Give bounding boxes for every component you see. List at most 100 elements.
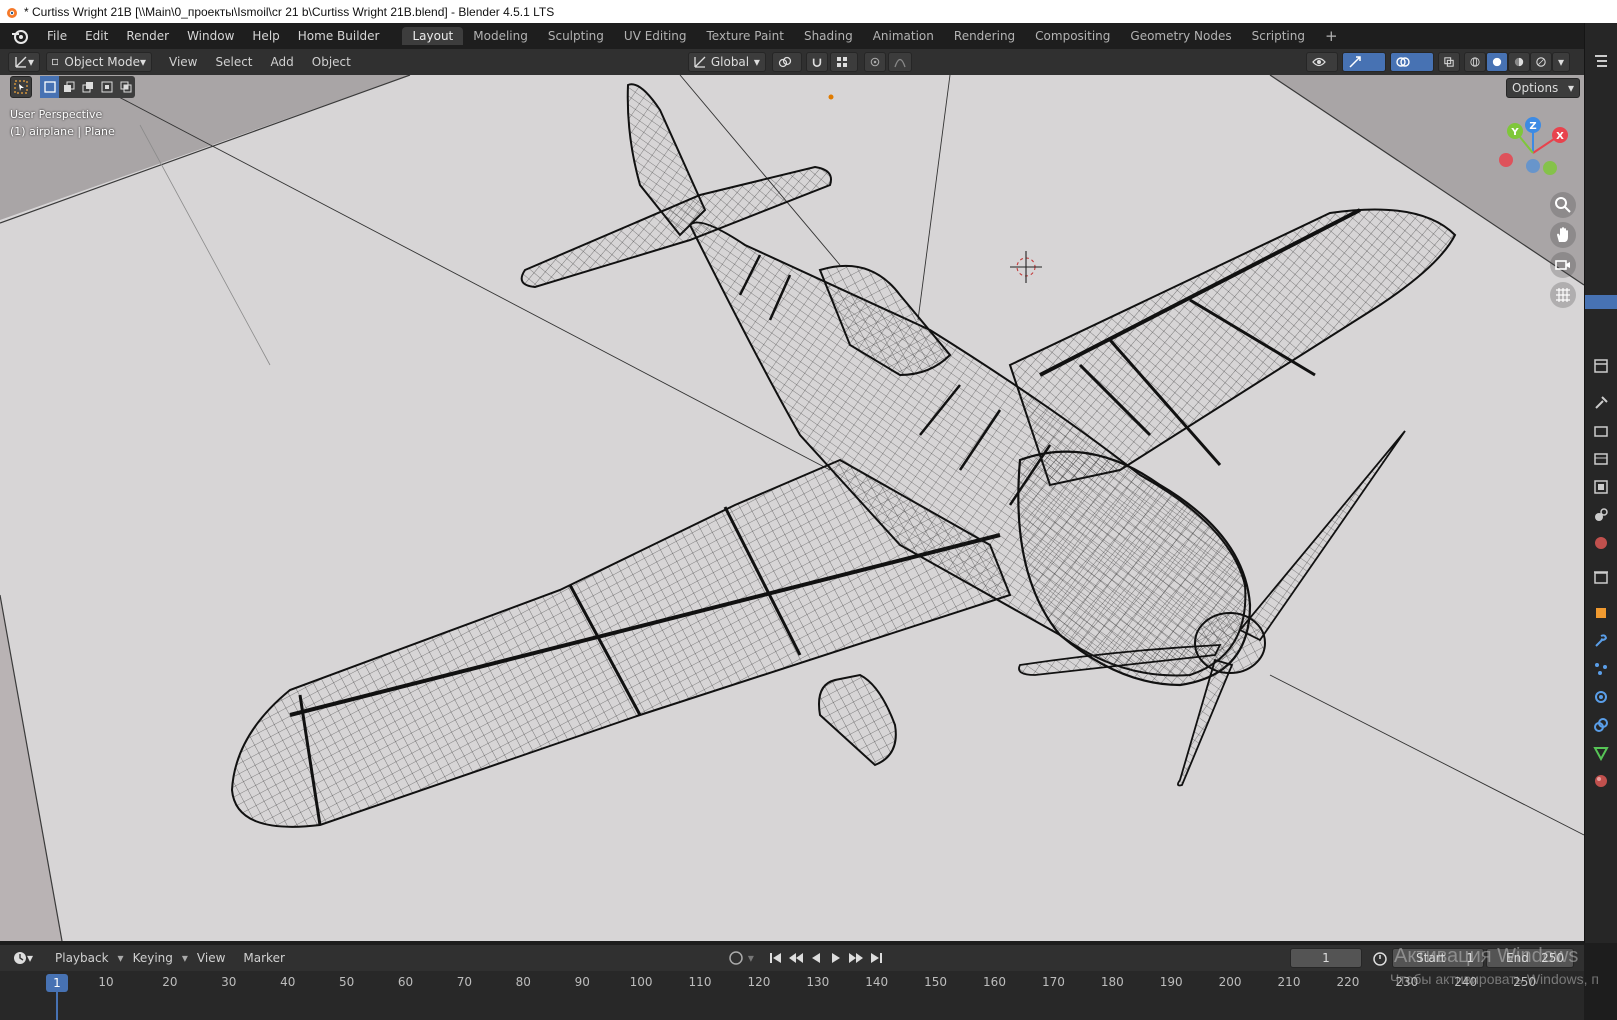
overlay-toggle[interactable] — [1390, 52, 1434, 72]
snap-toggle[interactable] — [805, 52, 828, 72]
airplane-mesh[interactable] — [230, 83, 1457, 828]
add-workspace-button[interactable]: + — [1315, 25, 1348, 47]
prev-keyframe-icon[interactable] — [788, 951, 804, 965]
options-dropdown[interactable]: Options ▾ — [1506, 78, 1580, 98]
tab-layout[interactable]: Layout — [402, 27, 464, 45]
menu-edit[interactable]: Edit — [76, 29, 117, 43]
tab-texture-paint[interactable]: Texture Paint — [697, 27, 794, 45]
gizmo-toggle[interactable] — [1342, 52, 1386, 72]
shading-rendered-button[interactable] — [1530, 52, 1552, 72]
wrench-icon[interactable] — [1593, 633, 1609, 649]
zoom-button[interactable] — [1550, 192, 1576, 218]
timeline-ruler[interactable]: 10 20 30 40 50 60 70 80 90 100 110 120 130 140 150 160 1… — [0, 971, 1584, 1020]
jump-start-icon[interactable] — [768, 951, 784, 965]
constraints-icon[interactable] — [1593, 717, 1609, 733]
gizmo-neg-y[interactable] — [1543, 161, 1557, 175]
select-intersect-button[interactable] — [116, 76, 135, 98]
pan-button[interactable] — [1550, 222, 1576, 248]
propeller-blade[interactable] — [1238, 430, 1406, 642]
ortho-toggle-button[interactable] — [1550, 282, 1576, 308]
transform-orientation-dropdown[interactable]: Global ▾ — [687, 52, 766, 72]
select-extend-icon — [63, 81, 74, 92]
viewport-canvas[interactable] — [0, 75, 1584, 941]
menu-add[interactable]: Add — [262, 55, 303, 69]
select-box-icon — [14, 80, 28, 94]
falloff-dropdown[interactable] — [887, 52, 912, 72]
shading-material-button[interactable] — [1508, 52, 1530, 72]
timeline-menu-keying[interactable]: Keying — [124, 951, 182, 965]
tab-compositing[interactable]: Compositing — [1025, 27, 1120, 45]
menu-window[interactable]: Window — [178, 29, 243, 43]
properties-icon[interactable] — [1593, 358, 1609, 374]
tab-uv-editing[interactable]: UV Editing — [614, 27, 697, 45]
particles-icon[interactable] — [1593, 661, 1609, 677]
select-new-button[interactable] — [40, 76, 59, 98]
output-icon[interactable] — [1593, 451, 1609, 467]
editor-type-button[interactable]: ▾ — [8, 52, 40, 72]
shading-wireframe-button[interactable] — [1464, 52, 1486, 72]
tab-sculpting[interactable]: Sculpting — [538, 27, 614, 45]
proportional-edit-toggle[interactable] — [863, 52, 886, 72]
collection-icon[interactable] — [1593, 569, 1609, 585]
menu-home-builder[interactable]: Home Builder — [289, 29, 389, 43]
timeline-editor-type[interactable]: ▾ — [8, 948, 40, 968]
shading-solid-button[interactable] — [1486, 52, 1508, 72]
timeline-tick: 60 — [397, 975, 414, 989]
play-reverse-icon[interactable] — [808, 951, 824, 965]
gizmo-neg-x[interactable] — [1499, 153, 1513, 167]
playhead[interactable]: 1 — [46, 974, 68, 992]
play-icon[interactable] — [828, 951, 844, 965]
visibility-dropdown[interactable] — [1306, 52, 1338, 72]
tab-rendering[interactable]: Rendering — [944, 27, 1025, 45]
camera-view-button[interactable] — [1550, 252, 1576, 278]
pivot-dropdown[interactable] — [771, 52, 802, 72]
blender-logo-icon[interactable] — [10, 27, 30, 45]
tab-geometry-nodes[interactable]: Geometry Nodes — [1120, 27, 1241, 45]
select-subtract-button[interactable] — [78, 76, 97, 98]
render-icon[interactable] — [1593, 423, 1609, 439]
scene-props-icon[interactable] — [1593, 507, 1609, 523]
current-frame-field[interactable]: 1 — [1290, 948, 1362, 968]
timeline-menu-marker[interactable]: Marker — [234, 951, 293, 965]
world-icon[interactable] — [1593, 535, 1609, 551]
timeline-menu-view[interactable]: View — [188, 951, 234, 965]
shading-options-dropdown[interactable]: ▾ — [1552, 52, 1570, 72]
gizmo-neg-z[interactable] — [1526, 159, 1540, 173]
timeline-tick: 30 — [221, 975, 237, 989]
tab-modeling[interactable]: Modeling — [463, 27, 538, 45]
menu-object[interactable]: Object — [303, 55, 360, 69]
tab-shading[interactable]: Shading — [794, 27, 863, 45]
menu-render[interactable]: Render — [117, 29, 178, 43]
menu-help[interactable]: Help — [243, 29, 288, 43]
helper-line — [917, 75, 951, 321]
stopwatch-icon[interactable] — [1372, 950, 1388, 966]
outliner-icon[interactable] — [1593, 53, 1609, 69]
view-name-label: User Perspective — [10, 108, 103, 121]
landing-gear[interactable] — [818, 673, 897, 767]
jump-end-icon[interactable] — [868, 951, 884, 965]
mesh-data-icon[interactable] — [1593, 745, 1609, 761]
select-extend-button[interactable] — [59, 76, 78, 98]
object-props-icon[interactable] — [1593, 605, 1609, 621]
tweak-tool-button[interactable] — [10, 76, 32, 98]
select-subtract-icon — [82, 82, 93, 93]
select-invert-button[interactable] — [97, 76, 116, 98]
snap-target-dropdown[interactable] — [829, 52, 858, 72]
navigation-gizmo[interactable]: Z X Y — [1488, 113, 1578, 193]
physics-icon[interactable] — [1593, 689, 1609, 705]
3d-cursor[interactable] — [1010, 251, 1042, 283]
menu-select[interactable]: Select — [206, 55, 261, 69]
record-icon[interactable] — [728, 950, 744, 966]
tool-icon[interactable] — [1593, 395, 1609, 411]
material-icon[interactable] — [1593, 773, 1609, 789]
mode-dropdown[interactable]: Object Mode ▾ — [46, 52, 152, 72]
menu-view[interactable]: View — [160, 55, 206, 69]
xray-toggle[interactable] — [1438, 52, 1460, 72]
view-layer-icon[interactable] — [1593, 479, 1609, 495]
3d-viewport[interactable]: User Perspective (1) airplane | Plane Op… — [0, 75, 1584, 941]
next-keyframe-icon[interactable] — [848, 951, 864, 965]
tab-scripting[interactable]: Scripting — [1242, 27, 1315, 45]
menu-file[interactable]: File — [38, 29, 76, 43]
tab-animation[interactable]: Animation — [863, 27, 944, 45]
timeline-menu-playback[interactable]: Playback — [46, 951, 118, 965]
